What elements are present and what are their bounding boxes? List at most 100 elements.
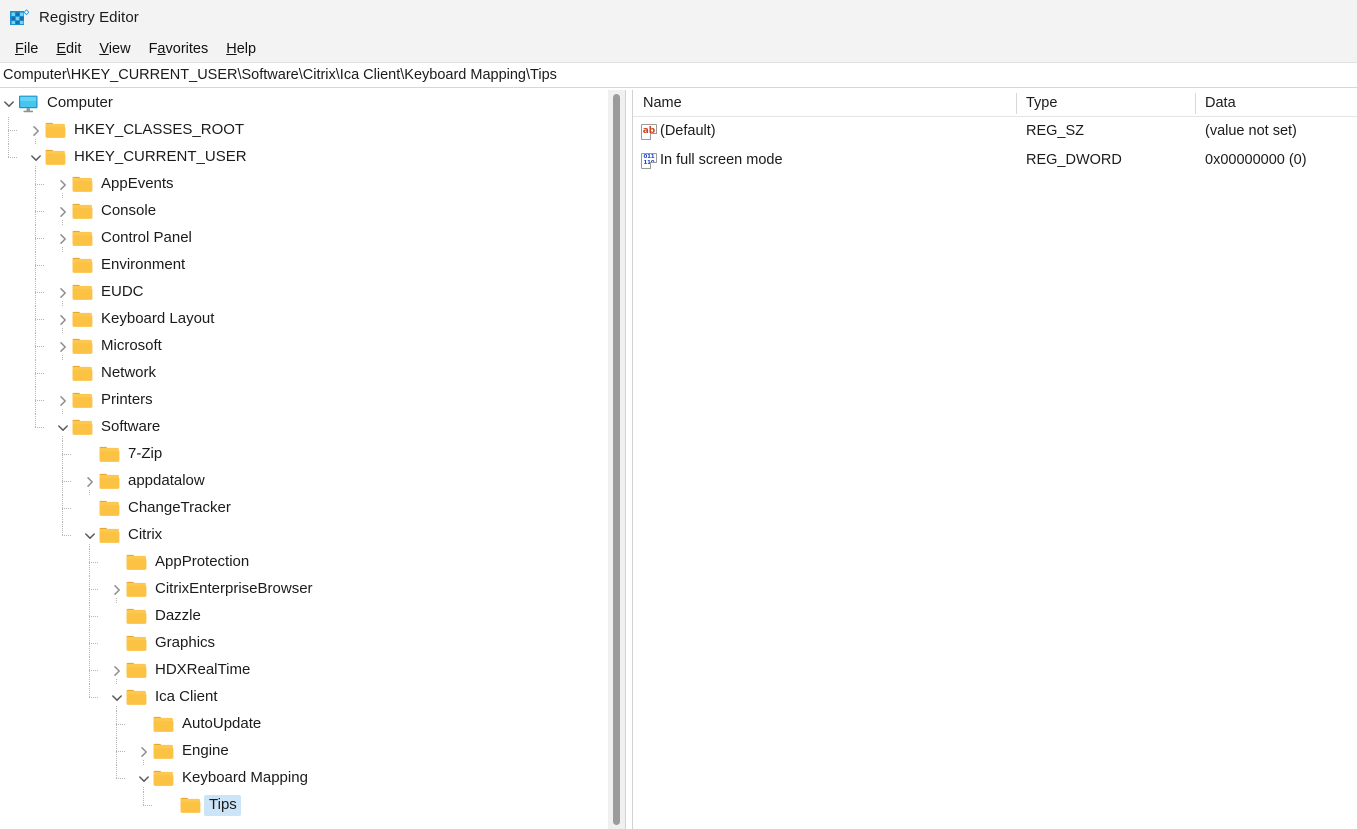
menu-file[interactable]: File bbox=[6, 36, 47, 62]
string-value-icon: ab bbox=[641, 123, 657, 140]
tree-item-label: Software bbox=[101, 418, 161, 435]
tree-item-keyboard-layout[interactable]: Keyboard Layout bbox=[0, 306, 608, 333]
tree-item-label: ChangeTracker bbox=[128, 499, 231, 516]
folder-icon bbox=[126, 635, 147, 652]
tree-item-appdatalow[interactable]: appdatalow bbox=[0, 468, 608, 495]
menu-favorites[interactable]: Favorites bbox=[140, 36, 218, 62]
chevron-right-icon[interactable] bbox=[54, 171, 72, 198]
tree-item-microsoft[interactable]: Microsoft bbox=[0, 333, 608, 360]
tree-item-software[interactable]: Software bbox=[0, 414, 608, 441]
menu-bar: File Edit View Favorites Help bbox=[0, 36, 1357, 62]
folder-icon bbox=[99, 446, 120, 463]
chevron-right-icon[interactable] bbox=[27, 117, 45, 144]
tree-item-tips[interactable]: Tips bbox=[0, 792, 608, 819]
value-name-cell: ab (Default) bbox=[633, 117, 1016, 146]
tree-item-label: Engine bbox=[182, 742, 229, 759]
menu-view[interactable]: View bbox=[90, 36, 139, 62]
table-row[interactable]: ab (Default) REG_SZ (value not set) bbox=[633, 117, 1357, 146]
tree-item-label: AutoUpdate bbox=[182, 715, 262, 732]
tree-vertical-scrollbar[interactable] bbox=[608, 90, 625, 829]
column-header-data[interactable]: Data bbox=[1195, 90, 1357, 117]
tree-item-control-panel[interactable]: Control Panel bbox=[0, 225, 608, 252]
tree-item-label: appdatalow bbox=[128, 472, 205, 489]
chevron-right-icon[interactable] bbox=[54, 387, 72, 414]
value-type-cell: REG_SZ bbox=[1026, 123, 1085, 139]
tree-item-autoupdate[interactable]: AutoUpdate bbox=[0, 711, 608, 738]
tree-item-computer[interactable]: Computer bbox=[0, 90, 608, 117]
table-row[interactable]: 011 110 In full screen mode REG_DWORD 0x0000… bbox=[633, 146, 1357, 175]
chevron-right-icon[interactable] bbox=[54, 225, 72, 252]
pane-splitter[interactable] bbox=[625, 90, 633, 829]
chevron-right-icon[interactable] bbox=[81, 468, 99, 495]
tree-item-label: Tips bbox=[204, 795, 241, 816]
tree-scrollbar-thumb[interactable] bbox=[613, 94, 620, 825]
tree-item-hdxrealtime[interactable]: HDXRealTime bbox=[0, 657, 608, 684]
menu-help[interactable]: Help bbox=[217, 36, 265, 62]
chevron-right-icon[interactable] bbox=[54, 279, 72, 306]
tree-item-hkey-current-user[interactable]: HKEY_CURRENT_USER bbox=[0, 144, 608, 171]
folder-icon bbox=[126, 662, 147, 679]
folder-icon bbox=[72, 365, 93, 382]
tree-item-network[interactable]: Network bbox=[0, 360, 608, 387]
chevron-right-icon[interactable] bbox=[54, 198, 72, 225]
tree-item-engine[interactable]: Engine bbox=[0, 738, 608, 765]
registry-tree: Computer HKEY_CLASSES_ROOT HKEY_CURRENT_US… bbox=[0, 90, 608, 819]
tree-item-label: Keyboard Mapping bbox=[182, 769, 308, 786]
folder-icon bbox=[126, 554, 147, 571]
tree-item-dazzle[interactable]: Dazzle bbox=[0, 603, 608, 630]
folder-icon bbox=[72, 392, 93, 409]
tree-item-7-zip[interactable]: 7-Zip bbox=[0, 441, 608, 468]
tree-item-eudc[interactable]: EUDC bbox=[0, 279, 608, 306]
tree-item-appprotection[interactable]: AppProtection bbox=[0, 549, 608, 576]
menu-edit[interactable]: Edit bbox=[47, 36, 90, 62]
tree-item-environment[interactable]: Environment bbox=[0, 252, 608, 279]
chevron-down-icon[interactable] bbox=[108, 684, 126, 711]
chevron-down-icon[interactable] bbox=[135, 765, 153, 792]
column-header-name[interactable]: Name bbox=[633, 90, 1016, 117]
tree-item-keyboard-mapping[interactable]: Keyboard Mapping bbox=[0, 765, 608, 792]
column-header-type[interactable]: Type bbox=[1016, 90, 1195, 117]
chevron-down-icon[interactable] bbox=[81, 522, 99, 549]
tree-item-printers[interactable]: Printers bbox=[0, 387, 608, 414]
tree-item-label: Keyboard Layout bbox=[101, 310, 215, 327]
tree-item-ica-client[interactable]: Ica Client bbox=[0, 684, 608, 711]
tree-item-label: Printers bbox=[101, 391, 153, 408]
tree-item-citrixenterprisebrowser[interactable]: CitrixEnterpriseBrowser bbox=[0, 576, 608, 603]
address-bar[interactable]: Computer\HKEY_CURRENT_USER\Software\Citr… bbox=[0, 62, 1357, 88]
folder-icon bbox=[45, 122, 66, 139]
value-name-label: (Default) bbox=[660, 123, 716, 139]
chevron-down-icon[interactable] bbox=[27, 144, 45, 171]
tree-item-hkey-classes-root[interactable]: HKEY_CLASSES_ROOT bbox=[0, 117, 608, 144]
tree-item-graphics[interactable]: Graphics bbox=[0, 630, 608, 657]
folder-icon bbox=[72, 338, 93, 355]
folder-icon bbox=[72, 311, 93, 328]
chevron-right-icon[interactable] bbox=[135, 738, 153, 765]
tree-item-console[interactable]: Console bbox=[0, 198, 608, 225]
folder-icon bbox=[153, 770, 174, 787]
folder-icon bbox=[126, 608, 147, 625]
tree-item-changetracker[interactable]: ChangeTracker bbox=[0, 495, 608, 522]
value-type-cell: REG_DWORD bbox=[1026, 152, 1122, 168]
window-title: Registry Editor bbox=[39, 9, 139, 26]
chevron-down-icon[interactable] bbox=[0, 90, 18, 117]
folder-icon bbox=[72, 284, 93, 301]
folder-icon bbox=[72, 203, 93, 220]
tree-item-label: Citrix bbox=[128, 526, 163, 543]
chevron-right-icon[interactable] bbox=[54, 306, 72, 333]
registry-editor-window: Registry Editor File Edit View Favorites… bbox=[0, 0, 1357, 829]
address-path: Computer\HKEY_CURRENT_USER\Software\Citr… bbox=[3, 67, 557, 83]
folder-icon bbox=[99, 473, 120, 490]
tree-item-appevents[interactable]: AppEvents bbox=[0, 171, 608, 198]
tree-item-citrix[interactable]: Citrix bbox=[0, 522, 608, 549]
chevron-right-icon[interactable] bbox=[108, 576, 126, 603]
title-bar: Registry Editor bbox=[0, 0, 1357, 36]
chevron-right-icon[interactable] bbox=[108, 657, 126, 684]
registry-values-pane: Name Type Data ab (Default) REG_SZ (value n… bbox=[633, 90, 1357, 829]
chevron-down-icon[interactable] bbox=[54, 414, 72, 441]
chevron-right-icon[interactable] bbox=[54, 333, 72, 360]
